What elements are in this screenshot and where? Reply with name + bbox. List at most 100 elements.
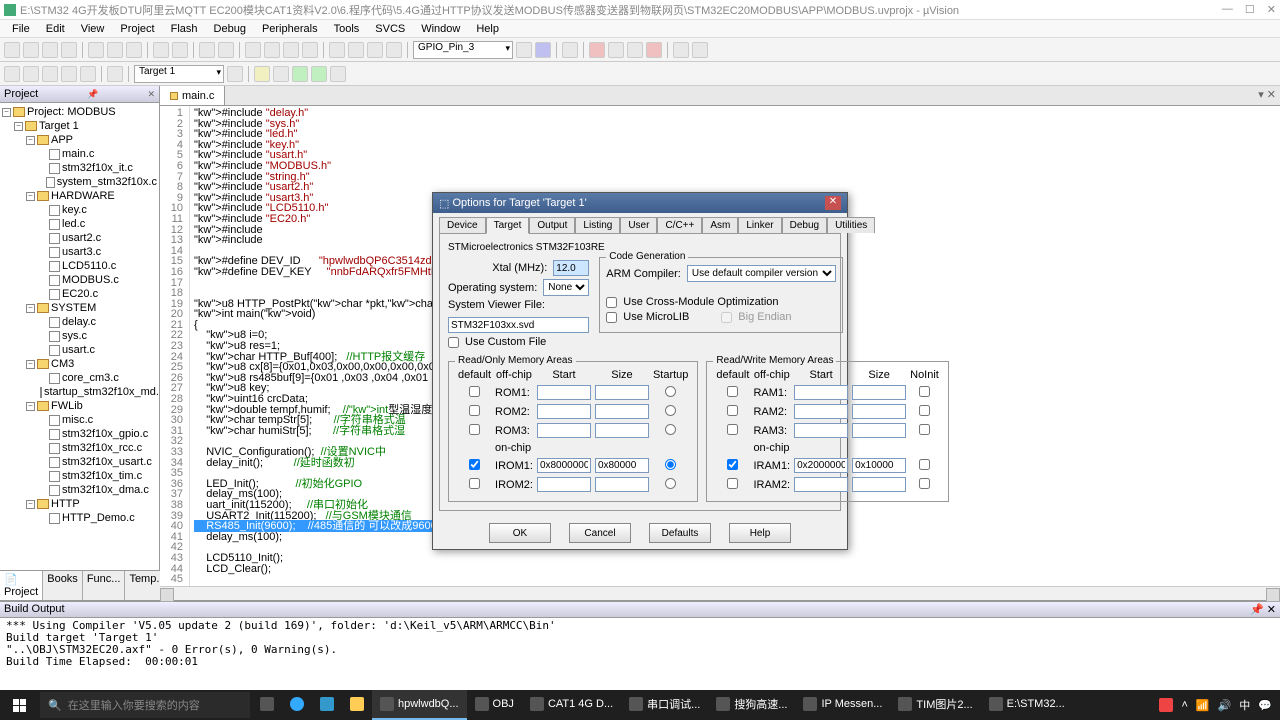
tray-network-icon[interactable]: 📶 [1196,699,1210,712]
os-select[interactable]: None [543,279,589,296]
dlg-tab-device[interactable]: Device [439,217,486,233]
menu-file[interactable]: File [6,22,36,35]
maximize-button[interactable]: ☐ [1245,3,1255,16]
menu-edit[interactable]: Edit [40,22,71,35]
task-view-icon[interactable] [252,690,282,720]
dlg-ok-button[interactable]: OK [489,523,551,543]
mem-size-input[interactable] [595,423,649,438]
dlg-tab-target[interactable]: Target [486,217,530,234]
download-icon[interactable] [107,66,123,82]
panel-close-icon[interactable]: ✕ [147,89,155,100]
dlg-tab-listing[interactable]: Listing [575,217,620,233]
xtal-input[interactable] [553,260,589,276]
svf-input[interactable] [448,317,589,333]
tree-file[interactable]: misc.c [2,413,157,427]
build-output-text[interactable]: *** Using Compiler 'V5.05 update 2 (buil… [0,618,1280,696]
menu-project[interactable]: Project [114,22,160,35]
mem-default-check[interactable] [727,478,738,489]
bp-kill-icon[interactable] [627,42,643,58]
options-icon[interactable] [227,66,243,82]
tree-file[interactable]: stm32f10x_rcc.c [2,441,157,455]
dlg-tab-output[interactable]: Output [529,217,575,233]
bookmark-icon[interactable] [245,42,261,58]
find-in-files-icon[interactable] [535,42,551,58]
editor-tab-main[interactable]: main.c [160,86,225,105]
mem-start-input[interactable] [537,385,591,400]
translate-icon[interactable] [4,66,20,82]
taskbar-item[interactable]: IP Messen... [795,690,890,720]
window-icon[interactable] [673,42,689,58]
paste-icon[interactable] [126,42,142,58]
copy-icon[interactable] [107,42,123,58]
dlg-tab-user[interactable]: User [620,217,657,233]
tree-file[interactable]: core_cm3.c [2,371,157,385]
minimize-button[interactable]: — [1222,3,1233,16]
menu-tools[interactable]: Tools [328,22,366,35]
taskbar-item[interactable]: hpwlwdbQ... [372,690,467,720]
mem-start-input[interactable] [794,477,848,492]
mem-start-input[interactable] [537,477,591,492]
bookmark-next-icon[interactable] [283,42,299,58]
tree-file[interactable]: led.c [2,217,157,231]
cut-icon[interactable] [88,42,104,58]
new-icon[interactable] [4,42,20,58]
proj-tab-1[interactable]: Books [43,571,83,600]
dialog-close-icon[interactable]: ✕ [825,196,841,210]
menu-window[interactable]: Window [415,22,466,35]
tree-project[interactable]: −Project: MODBUS [2,105,157,119]
mem-last-input[interactable] [665,386,676,397]
mem-default-check[interactable] [469,459,480,470]
find-icon[interactable] [516,42,532,58]
mem-last-input[interactable] [919,424,930,435]
taskbar-item[interactable]: OBJ [467,690,522,720]
edge-icon[interactable] [312,690,342,720]
arm-compiler-select[interactable]: Use default compiler version [687,265,836,282]
cross-module-check[interactable] [606,297,617,308]
debug-icon[interactable] [562,42,578,58]
tray-icon[interactable] [1159,698,1173,712]
tree-group-system[interactable]: −SYSTEM [2,301,157,315]
comment-icon[interactable] [367,42,383,58]
tree-file[interactable]: stm32f10x_gpio.c [2,427,157,441]
dlg-tab-asm[interactable]: Asm [702,217,738,233]
menu-peripherals[interactable]: Peripherals [256,22,324,35]
menu-view[interactable]: View [75,22,111,35]
tree-file[interactable]: usart.c [2,343,157,357]
pack-icon[interactable] [292,66,308,82]
cortana-icon[interactable] [282,690,312,720]
tree-file[interactable]: main.c [2,147,157,161]
mem-default-check[interactable] [469,424,480,435]
tree-file[interactable]: startup_stm32f10x_md.s [2,385,157,399]
menu-svcs[interactable]: SVCS [369,22,411,35]
dlg-tab-linker[interactable]: Linker [738,217,781,233]
dlg-defaults-button[interactable]: Defaults [649,523,711,543]
mem-default-check[interactable] [469,478,480,489]
uncomment-icon[interactable] [386,42,402,58]
tree-group-hardware[interactable]: −HARDWARE [2,189,157,203]
mem-size-input[interactable] [852,385,906,400]
manage-icon[interactable] [273,66,289,82]
mem-last-input[interactable] [919,386,930,397]
configure-icon[interactable] [692,42,708,58]
bp-enable-icon[interactable] [646,42,662,58]
save-all-icon[interactable] [61,42,77,58]
nav-back-icon[interactable] [199,42,215,58]
microlib-check[interactable] [606,312,617,323]
mem-last-input[interactable] [919,478,930,489]
project-tree[interactable]: −Project: MODBUS−Target 1−APPmain.cstm32… [0,103,159,570]
stop-build-icon[interactable] [80,66,96,82]
open-icon[interactable] [23,42,39,58]
tree-file[interactable]: usart3.c [2,245,157,259]
tree-group-app[interactable]: −APP [2,133,157,147]
h-scrollbar[interactable] [160,586,1280,600]
menu-debug[interactable]: Debug [208,22,252,35]
mem-start-input[interactable] [794,404,848,419]
taskbar-item[interactable]: E:\STM32... [981,690,1073,720]
tree-file[interactable]: MODBUS.c [2,273,157,287]
books-icon[interactable] [330,66,346,82]
indent-icon[interactable] [329,42,345,58]
tree-file[interactable]: stm32f10x_usart.c [2,455,157,469]
bookmark-prev-icon[interactable] [264,42,280,58]
tree-group-cm3[interactable]: −CM3 [2,357,157,371]
target-combo[interactable]: Target 1 [134,65,224,83]
